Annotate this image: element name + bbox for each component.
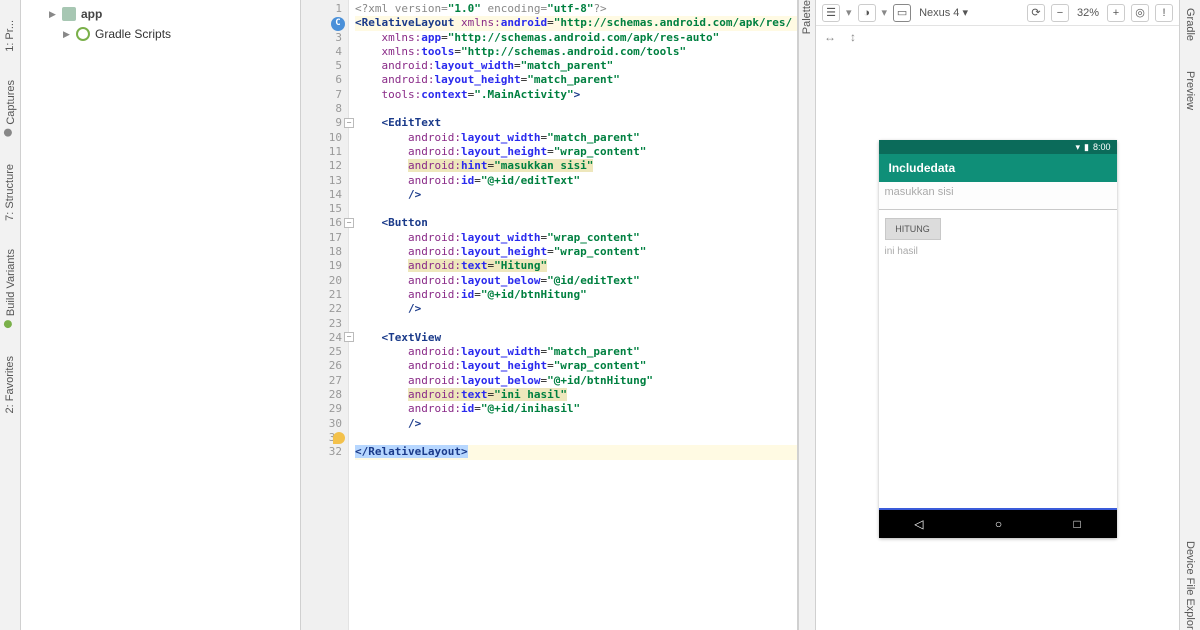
tree-label: Gradle Scripts [95, 27, 171, 41]
preview-textview: ini hasil [879, 244, 1117, 259]
dropdown-icon[interactable]: ▾ [882, 6, 888, 19]
device-selector[interactable]: Nexus 4 ▾ [917, 6, 970, 19]
tab-build-variants[interactable]: Build Variants [4, 249, 17, 328]
gradle-icon [76, 27, 90, 41]
left-tool-tabs: 1: Pr... Captures 7: Structure Build Var… [0, 0, 21, 630]
tree-label: app [81, 7, 102, 21]
view-options-icon[interactable]: ◑ [858, 4, 876, 22]
nav-home-icon: ○ [995, 517, 1002, 531]
preview-body: masukkan sisi HITUNG ini hasil [879, 182, 1117, 510]
pan-vertical-icon[interactable]: ↕ [850, 30, 856, 44]
chevron-right-icon: ▶ [63, 29, 71, 40]
design-toolbar: ☰ ▾ ◑ ▾ ▭ Nexus 4 ▾ ⟳ − 32% + ◎ ! [816, 0, 1179, 26]
warnings-icon[interactable]: ! [1155, 4, 1173, 22]
device-preview: ▾ ▮ 8:00 Includedata masukkan sisi HITUN… [879, 140, 1117, 538]
design-subtoolbar: ↔ ↕ [816, 26, 1179, 48]
tab-favorites[interactable]: 2: Favorites [4, 356, 16, 413]
android-icon [4, 320, 12, 328]
dropdown-icon[interactable]: ▾ [846, 6, 852, 19]
zoom-fit-button[interactable]: ◎ [1131, 4, 1149, 22]
chevron-right-icon: ▶ [49, 9, 57, 20]
zoom-in-button[interactable]: + [1107, 4, 1125, 22]
tab-captures[interactable]: Captures [4, 80, 17, 137]
tree-item-gradle[interactable]: ▶ Gradle Scripts [27, 24, 294, 44]
project-tree: ▶ app ▶ Gradle Scripts [21, 0, 301, 630]
phone-icon[interactable]: ▭ [893, 4, 911, 22]
preview-button: HITUNG [885, 218, 941, 240]
layers-icon[interactable]: ☰ [822, 4, 840, 22]
palette-tab[interactable]: Palette [798, 0, 816, 630]
tree-item-app[interactable]: ▶ app [27, 4, 294, 24]
tab-device-file-explorer[interactable]: Device File Explor [1184, 541, 1196, 630]
design-panel: ☰ ▾ ◑ ▾ ▭ Nexus 4 ▾ ⟳ − 32% + ◎ ! ↔ ↕ ▾ … [816, 0, 1179, 630]
folder-icon [62, 7, 76, 21]
camera-icon [4, 128, 12, 136]
editor-content[interactable]: <?xml version="1.0" encoding="utf-8"?><R… [349, 0, 797, 630]
preview-statusbar: ▾ ▮ 8:00 [879, 140, 1117, 154]
pan-horizontal-icon[interactable]: ↔ [824, 30, 836, 44]
nav-back-icon: ◁ [914, 517, 923, 531]
status-time: 8:00 [1093, 142, 1111, 152]
palette-label: Palette [801, 0, 813, 42]
zoom-level: 32% [1075, 7, 1101, 19]
tab-preview[interactable]: Preview [1184, 71, 1196, 110]
preview-appbar: Includedata [879, 154, 1117, 182]
tab-structure[interactable]: 7: Structure [4, 164, 16, 221]
battery-icon: ▮ [1084, 142, 1089, 153]
design-canvas[interactable]: ▾ ▮ 8:00 Includedata masukkan sisi HITUN… [816, 48, 1179, 630]
preview-edittext: masukkan sisi [879, 182, 1117, 210]
wifi-icon: ▾ [1075, 142, 1080, 153]
editor-gutter: 12C3456789−10111213141516−17181920212223… [301, 0, 349, 630]
refresh-icon[interactable]: ⟳ [1027, 4, 1045, 22]
tab-project[interactable]: 1: Pr... [4, 20, 16, 52]
zoom-out-button[interactable]: − [1051, 4, 1069, 22]
code-editor[interactable]: 12C3456789−10111213141516−17181920212223… [301, 0, 798, 630]
preview-navbar: ◁ ○ □ [879, 510, 1117, 538]
nav-recent-icon: □ [1074, 517, 1081, 531]
right-tool-tabs: Gradle Preview Device File Explor [1179, 0, 1200, 630]
tab-gradle[interactable]: Gradle [1184, 8, 1196, 41]
